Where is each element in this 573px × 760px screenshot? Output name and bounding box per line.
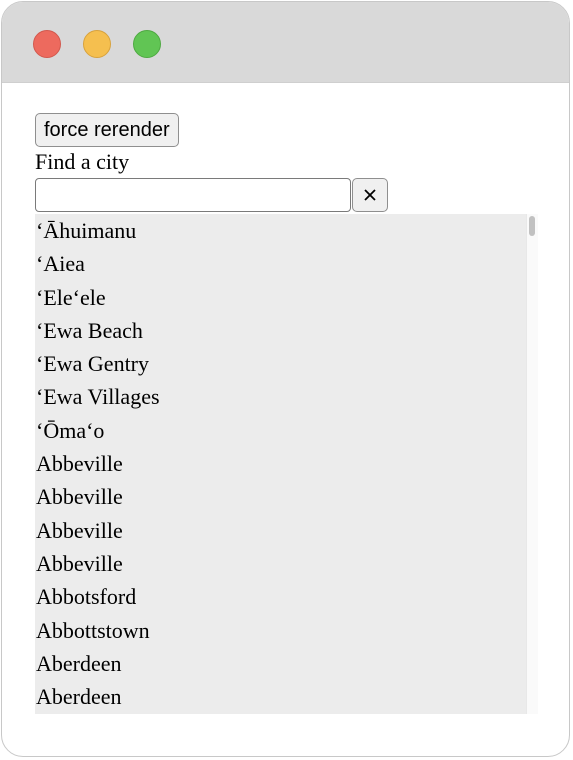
city-list-item[interactable]: Abbeville bbox=[35, 547, 526, 580]
maximize-window-button[interactable] bbox=[133, 30, 161, 58]
city-list-item[interactable]: ‘Ewa Gentry bbox=[35, 347, 526, 380]
city-list-container: ‘Āhuimanu ‘Aiea ‘Ele‘ele ‘Ewa Beach ‘Ewa… bbox=[35, 214, 538, 714]
clear-search-button[interactable] bbox=[352, 178, 388, 212]
scrollbar-thumb[interactable] bbox=[529, 216, 535, 236]
city-list-item[interactable]: ‘Āhuimanu bbox=[35, 214, 526, 247]
city-list-item[interactable]: ‘Ele‘ele bbox=[35, 281, 526, 314]
city-list-item[interactable]: Abbotsford bbox=[35, 580, 526, 613]
find-city-label: Find a city bbox=[35, 149, 130, 174]
city-list-item[interactable]: Abbeville bbox=[35, 480, 526, 513]
city-list-item[interactable]: Abbeville bbox=[35, 514, 526, 547]
search-row bbox=[35, 177, 538, 213]
title-bar bbox=[2, 2, 569, 83]
city-list-item[interactable]: Aberdeen bbox=[35, 680, 526, 713]
city-list-item[interactable]: ‘Ewa Villages bbox=[35, 380, 526, 413]
city-list[interactable]: ‘Āhuimanu ‘Aiea ‘Ele‘ele ‘Ewa Beach ‘Ewa… bbox=[35, 214, 526, 714]
city-list-item[interactable]: Abbottstown bbox=[35, 614, 526, 647]
minimize-window-button[interactable] bbox=[83, 30, 111, 58]
city-list-item[interactable]: Abbeville bbox=[35, 447, 526, 480]
city-list-item[interactable]: ‘Ewa Beach bbox=[35, 314, 526, 347]
city-list-item[interactable]: Aberdeen bbox=[35, 647, 526, 680]
force-rerender-button[interactable]: force rerender bbox=[35, 113, 179, 147]
browser-window: force rerender Find a city ‘Āhuimanu ‘Ai… bbox=[1, 1, 570, 757]
city-list-item[interactable]: ‘Aiea bbox=[35, 247, 526, 280]
app-content: force rerender Find a city ‘Āhuimanu ‘Ai… bbox=[35, 113, 538, 714]
city-search-input[interactable] bbox=[35, 178, 351, 212]
close-window-button[interactable] bbox=[33, 30, 61, 58]
city-list-item[interactable]: ‘Ōma‘o bbox=[35, 414, 526, 447]
close-icon bbox=[364, 189, 376, 201]
list-scrollbar[interactable] bbox=[526, 214, 538, 714]
